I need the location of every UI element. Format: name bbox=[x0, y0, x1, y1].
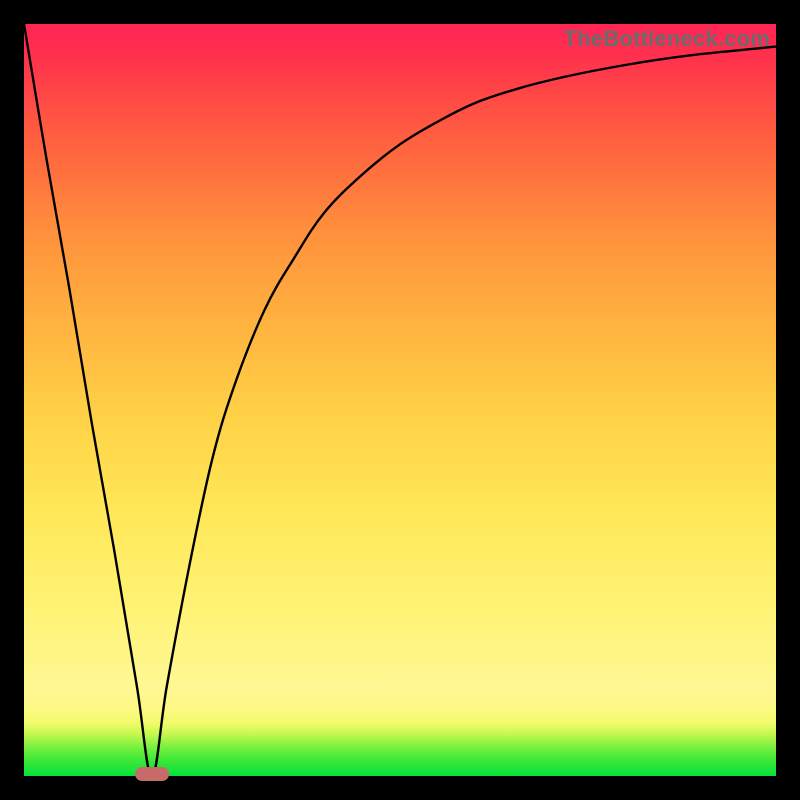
optimal-marker bbox=[135, 767, 169, 781]
plot-area: TheBottleneck.com bbox=[24, 24, 776, 776]
bottleneck-curve bbox=[24, 24, 776, 776]
chart-frame: TheBottleneck.com bbox=[0, 0, 800, 800]
